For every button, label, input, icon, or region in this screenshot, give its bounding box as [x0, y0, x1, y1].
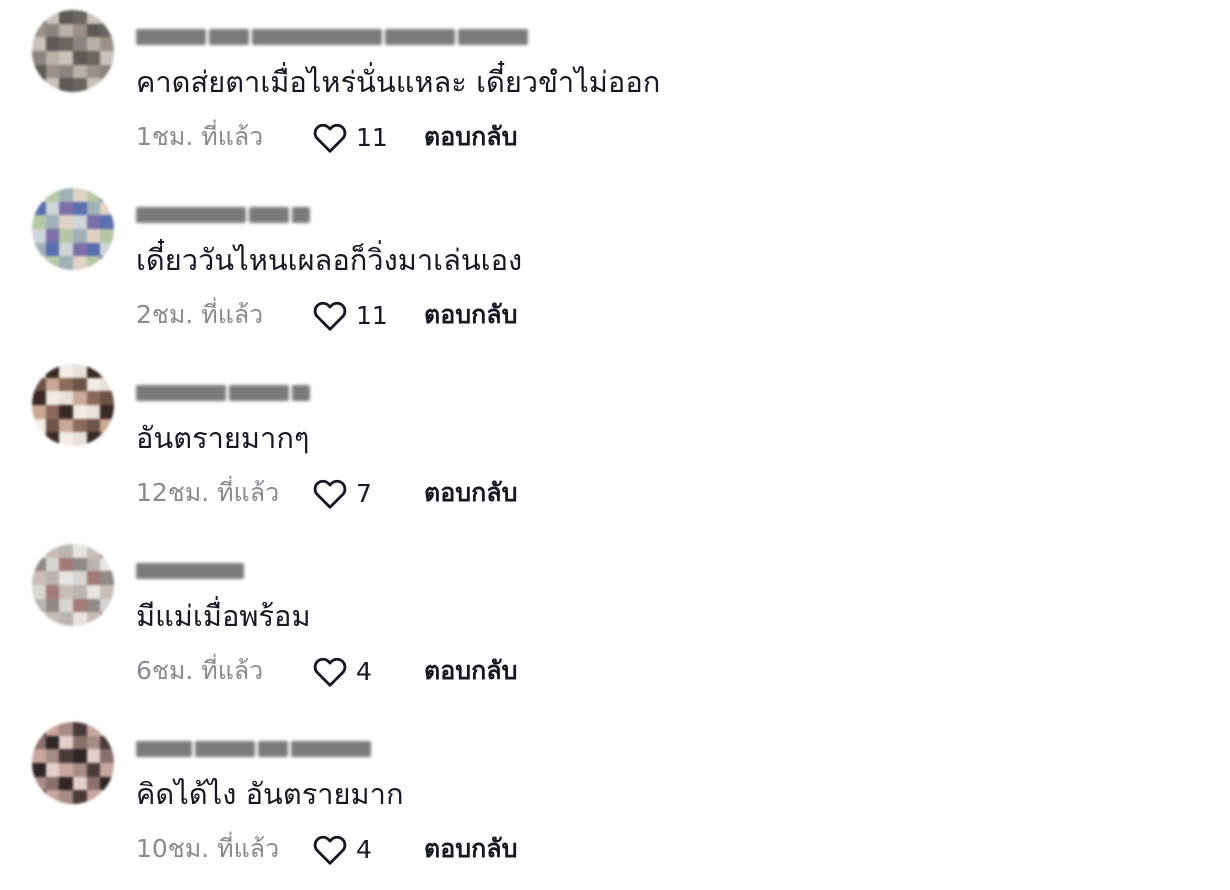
- heart-icon: [313, 479, 347, 509]
- reply-button[interactable]: ตอบกลับ: [424, 473, 517, 513]
- reply-button[interactable]: ตอบกลับ: [424, 295, 517, 335]
- comment-text: เดี๋ยววันไหนเผลอก็วิ่งมาเล่นเอง: [136, 243, 523, 277]
- timestamp: 12ชม. ที่แล้ว: [136, 478, 280, 507]
- comment-meta: 1ชม. ที่แล้ว 11 ตอบกลับ: [136, 117, 517, 157]
- username[interactable]: [136, 380, 310, 406]
- avatar[interactable]: [32, 188, 114, 270]
- comment-meta: 12ชม. ที่แล้ว 7 ตอบกลับ: [136, 473, 517, 513]
- heart-icon: [313, 301, 347, 331]
- comment-meta: 6ชม. ที่แล้ว 4 ตอบกลับ: [136, 651, 517, 691]
- like-button[interactable]: 7: [312, 476, 424, 510]
- like-count: 7: [356, 478, 372, 508]
- comment-item: คิดได้ไง อันตรายมาก 10ชม. ที่แล้ว 4 ตอบกลับ: [0, 712, 1230, 890]
- heart-icon: [313, 123, 347, 153]
- like-button[interactable]: 4: [312, 654, 424, 688]
- avatar[interactable]: [32, 722, 114, 804]
- like-button[interactable]: 11: [312, 120, 424, 154]
- avatar[interactable]: [32, 10, 114, 92]
- username[interactable]: [136, 558, 244, 584]
- like-count: 11: [356, 122, 388, 152]
- like-count: 11: [356, 300, 388, 330]
- timestamp: 1ชม. ที่แล้ว: [136, 122, 264, 151]
- reply-button[interactable]: ตอบกลับ: [424, 651, 517, 691]
- comment-meta: 10ชม. ที่แล้ว 4 ตอบกลับ: [136, 829, 517, 869]
- username[interactable]: [136, 202, 310, 228]
- comment-item: อันตรายมากๆ 12ชม. ที่แล้ว 7 ตอบกลับ: [0, 356, 1230, 534]
- comment-text: มีแม่เมื่อพร้อม: [136, 599, 311, 633]
- timestamp: 2ชม. ที่แล้ว: [136, 300, 264, 329]
- like-button[interactable]: 11: [312, 298, 424, 332]
- heart-icon: [313, 657, 347, 687]
- username[interactable]: [136, 24, 528, 50]
- timestamp: 10ชม. ที่แล้ว: [136, 834, 280, 863]
- timestamp: 6ชม. ที่แล้ว: [136, 656, 264, 685]
- like-count: 4: [356, 834, 372, 864]
- username[interactable]: [136, 736, 371, 762]
- comment-text: คิดได้ไง อันตรายมาก: [136, 777, 404, 811]
- comment-meta: 2ชม. ที่แล้ว 11 ตอบกลับ: [136, 295, 517, 335]
- avatar[interactable]: [32, 544, 114, 626]
- like-button[interactable]: 4: [312, 832, 424, 866]
- comment-item: คาดส่ยตาเมื่อไหร่นั่นแหละ เดี๋ยวขำไม่ออก…: [0, 0, 1230, 178]
- comment-text: คาดส่ยตาเมื่อไหร่นั่นแหละ เดี๋ยวขำไม่ออก: [136, 65, 661, 99]
- avatar[interactable]: [32, 364, 114, 446]
- reply-button[interactable]: ตอบกลับ: [424, 117, 517, 157]
- heart-icon: [313, 835, 347, 865]
- comment-item: เดี๋ยววันไหนเผลอก็วิ่งมาเล่นเอง 2ชม. ที่แ…: [0, 178, 1230, 356]
- comment-item: มีแม่เมื่อพร้อม 6ชม. ที่แล้ว 4 ตอบกลับ: [0, 534, 1230, 712]
- like-count: 4: [356, 656, 372, 686]
- reply-button[interactable]: ตอบกลับ: [424, 829, 517, 869]
- comment-text: อันตรายมากๆ: [136, 421, 310, 455]
